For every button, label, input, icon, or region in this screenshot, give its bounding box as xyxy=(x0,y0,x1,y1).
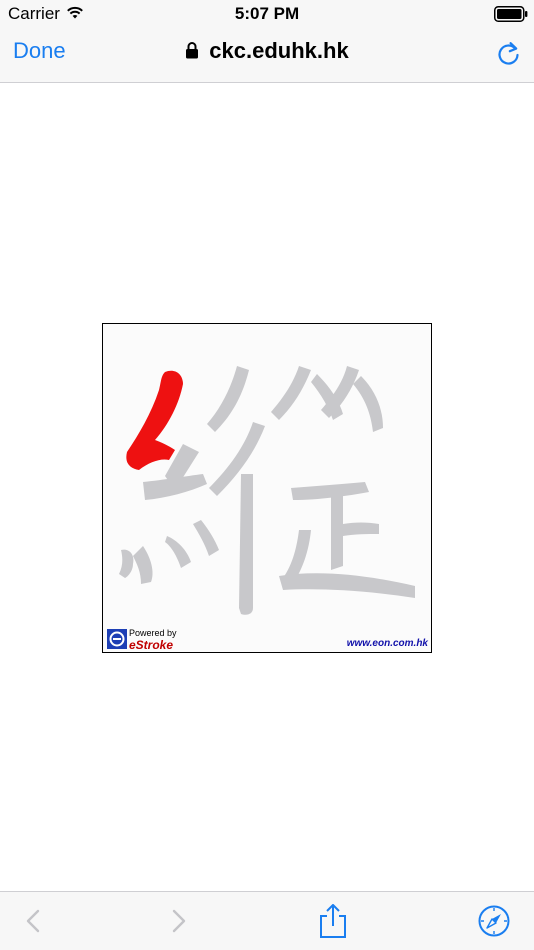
estroke-brand: eStroke xyxy=(129,638,174,652)
bottom-toolbar xyxy=(0,891,534,950)
address-url: ckc.eduhk.hk xyxy=(209,38,349,63)
web-content: Powered by eStroke www.eon.com.hk xyxy=(0,83,534,891)
stroke-order-image: Powered by eStroke www.eon.com.hk xyxy=(102,323,432,653)
forward-chevron-icon[interactable] xyxy=(162,904,196,938)
screen: Carrier 5:07 PM Done ckc.eduhk.hk Powere… xyxy=(0,0,534,950)
powered-by-badge: Powered by eStroke xyxy=(105,626,185,652)
safari-compass-icon[interactable] xyxy=(477,904,511,938)
navigation-bar: Done ckc.eduhk.hk xyxy=(0,28,534,83)
clock-time: 5:07 PM xyxy=(234,4,300,23)
address-field[interactable]: ckc.eduhk.hk xyxy=(0,38,534,64)
lock-icon xyxy=(186,42,199,59)
character-stroke-figure xyxy=(119,366,415,615)
status-bar: Carrier 5:07 PM xyxy=(0,0,534,28)
powered-by-label: Powered by xyxy=(129,628,177,638)
battery-icon xyxy=(494,6,528,22)
reload-icon[interactable] xyxy=(496,39,522,67)
eon-site-link[interactable]: www.eon.com.hk xyxy=(347,638,428,649)
share-icon[interactable] xyxy=(316,904,350,938)
back-chevron-icon[interactable] xyxy=(18,904,52,938)
eon-logo-icon xyxy=(107,629,127,649)
